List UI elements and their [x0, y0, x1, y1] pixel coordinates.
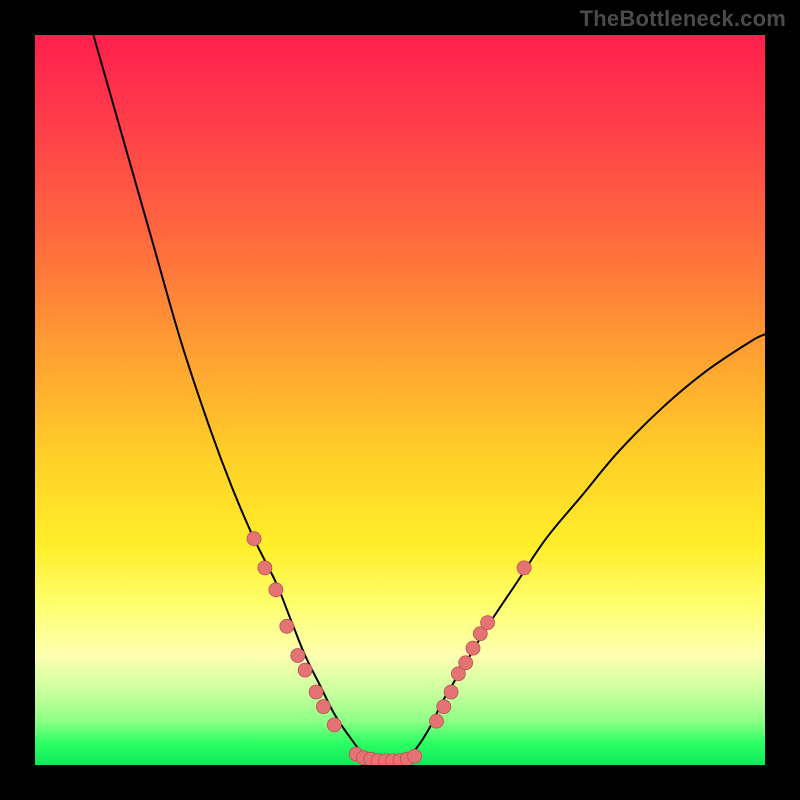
watermark-text: TheBottleneck.com [580, 6, 786, 32]
data-marker [269, 583, 283, 597]
data-marker [291, 649, 305, 663]
plot-area [35, 35, 765, 765]
data-marker [258, 561, 272, 575]
data-markers [247, 532, 531, 765]
data-marker [408, 749, 422, 763]
data-marker [247, 532, 261, 546]
data-marker [481, 616, 495, 630]
data-marker [280, 619, 294, 633]
left-curve [93, 35, 378, 761]
data-marker [517, 561, 531, 575]
data-marker [298, 663, 312, 677]
data-marker [466, 641, 480, 655]
data-marker [444, 685, 458, 699]
data-marker [316, 700, 330, 714]
data-marker [309, 685, 323, 699]
chart-svg [35, 35, 765, 765]
data-marker [327, 718, 341, 732]
data-marker [430, 714, 444, 728]
data-marker [459, 656, 473, 670]
data-marker [437, 700, 451, 714]
